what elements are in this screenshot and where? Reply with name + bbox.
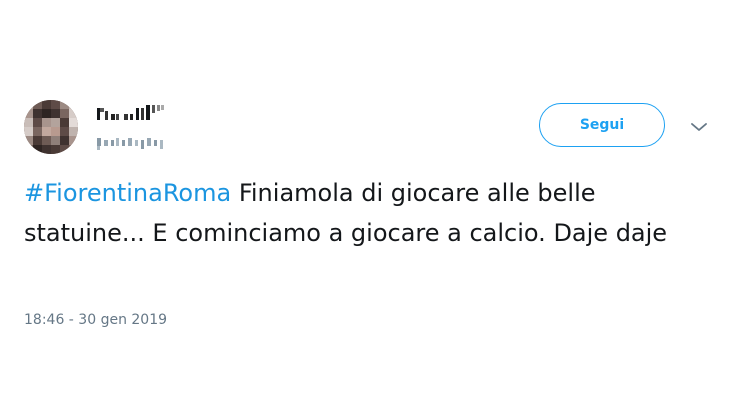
avatar[interactable] [24, 100, 78, 154]
tweet-text: #FiorentinaRoma Finiamola di giocare all… [24, 173, 684, 253]
hashtag-link[interactable]: #FiorentinaRoma [24, 179, 231, 207]
pixelated-name[interactable] [97, 105, 182, 123]
follow-button[interactable]: Segui [539, 103, 665, 147]
pixelated-avatar-image [24, 100, 78, 154]
pixelated-handle [97, 138, 163, 150]
chevron-down-icon[interactable] [690, 121, 708, 133]
tweet-timestamp[interactable]: 18:46 - 30 gen 2019 [24, 310, 167, 330]
